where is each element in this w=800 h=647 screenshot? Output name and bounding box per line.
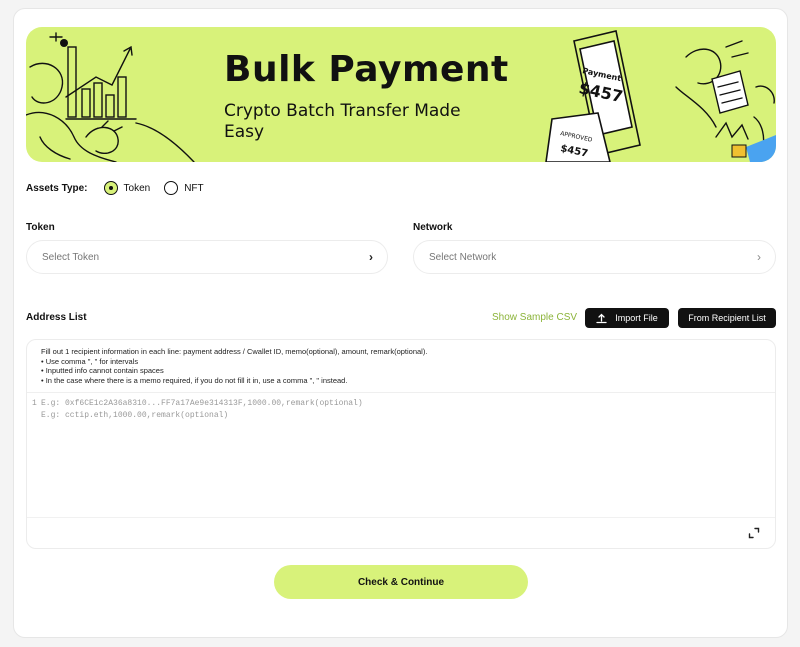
instructions: Fill out 1 recipient information in each… [41, 347, 427, 385]
banner-subtitle: Crypto Batch Transfer Made Easy [224, 101, 461, 142]
placeholder-line: E.g: 0xf6CE1c2A36a8310...FF7a17Ae9e31431… [41, 399, 363, 408]
line-number: 1 [32, 399, 37, 408]
radio-token[interactable]: Token [103, 181, 151, 195]
instruction-line: • Inputted info cannot contain spaces [41, 366, 164, 375]
banner-title: Bulk Payment [224, 49, 509, 90]
assets-type-label: Assets Type: [26, 182, 88, 194]
instruction-line: • Use comma ", " for intervals [41, 356, 139, 366]
from-recipient-list-button[interactable]: From Recipient List [678, 308, 776, 328]
select-token[interactable]: Select Token › [26, 240, 388, 274]
select-token-placeholder: Select Token [42, 251, 100, 263]
code-editor[interactable]: 1 E.g: 0xf6CE1c2A36a8310...FF7a17Ae9e314… [32, 398, 363, 422]
divider [27, 517, 775, 518]
placeholder-line: E.g: cctip.eth,1000.00,remark(optional) [41, 411, 229, 420]
hero-banner: Payment $457 APPROVED $457 Bulk Payment … [26, 27, 776, 162]
from-recipient-list-label: From Recipient List [688, 313, 766, 323]
address-list-editor[interactable]: Fill out 1 recipient information in each… [26, 339, 776, 549]
token-label: Token [26, 222, 55, 233]
import-file-label: Import File [615, 313, 658, 323]
network-label: Network [413, 222, 453, 233]
upload-icon [596, 313, 607, 323]
radio-nft-circle[interactable] [164, 181, 179, 195]
select-network[interactable]: Select Network › [413, 240, 776, 274]
instruction-line: Fill out 1 recipient information in each… [41, 347, 428, 356]
instruction-line: • In the case where there is a memo requ… [41, 375, 348, 385]
select-network-placeholder: Select Network [429, 251, 497, 263]
chevron-right-icon: › [757, 250, 761, 264]
check-continue-button[interactable]: Check & Continue [274, 565, 528, 599]
chevron-right-icon: › [369, 250, 373, 264]
radio-nft[interactable]: NFT [164, 181, 204, 195]
editor-line: 1 E.g: 0xf6CE1c2A36a8310...FF7a17Ae9e314… [32, 398, 363, 410]
divider [27, 392, 775, 393]
radio-nft-label: NFT [184, 182, 204, 194]
expand-icon[interactable] [747, 526, 761, 540]
import-file-button[interactable]: Import File [585, 308, 669, 328]
radio-token-circle[interactable] [103, 181, 118, 195]
address-list-label: Address List [26, 312, 87, 323]
line-number [32, 410, 41, 422]
radio-token-label: Token [123, 182, 151, 194]
assets-type-row: Assets Type: Token NFT [26, 179, 218, 197]
editor-line: E.g: cctip.eth,1000.00,remark(optional) [32, 410, 363, 422]
bulk-payment-card: Payment $457 APPROVED $457 Bulk Payment … [13, 8, 788, 638]
show-sample-csv-link[interactable]: Show Sample CSV [492, 312, 577, 323]
